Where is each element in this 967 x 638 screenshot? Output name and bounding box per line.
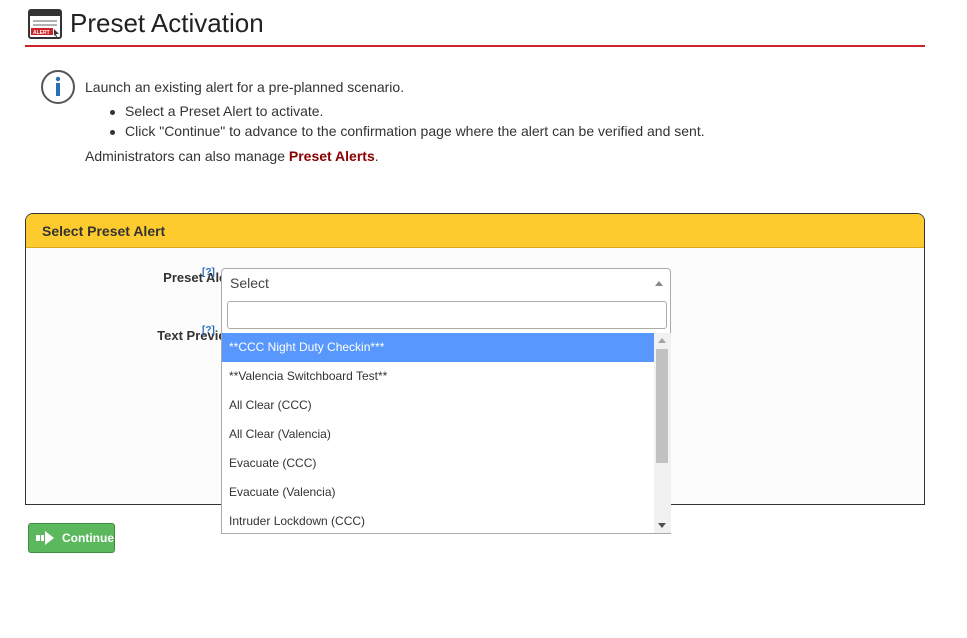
svg-text:ALERT: ALERT	[33, 30, 50, 36]
chevron-up-icon	[655, 281, 663, 286]
dropdown-options-list: **CCC Night Duty Checkin*** **Valencia S…	[222, 333, 654, 533]
info-bullets: Select a Preset Alert to activate. Click…	[110, 103, 885, 143]
info-bullet-continue: Click "Continue" to advance to the confi…	[110, 123, 885, 143]
alert-window-icon: ALERT	[28, 9, 62, 39]
preset-alert-dropdown: **CCC Night Duty Checkin*** **Valencia S…	[221, 296, 671, 534]
preset-alerts-link[interactable]: Preset Alerts	[289, 148, 375, 164]
preset-alert-select[interactable]: Select	[221, 268, 671, 297]
info-intro: Launch an existing alert for a pre-plann…	[85, 79, 405, 95]
dropdown-option[interactable]: All Clear (CCC)	[222, 391, 654, 420]
info-bullet-select: Select a Preset Alert to activate.	[110, 103, 885, 123]
scroll-up-arrow-icon[interactable]	[658, 338, 666, 343]
page-title: Preset Activation	[70, 8, 264, 38]
page-header: ALERT Preset Activation	[25, 0, 925, 47]
dropdown-option[interactable]: Evacuate (CCC)	[222, 449, 654, 478]
dropdown-search-input[interactable]	[227, 301, 667, 329]
dropdown-option[interactable]: **Valencia Switchboard Test**	[222, 362, 654, 391]
dropdown-option[interactable]: **CCC Night Duty Checkin***	[222, 333, 654, 362]
continue-button[interactable]: Continue	[28, 523, 115, 553]
dropdown-option[interactable]: Evacuate (Valencia)	[222, 478, 654, 507]
dropdown-option[interactable]: All Clear (Valencia)	[222, 420, 654, 449]
scroll-down-arrow-icon[interactable]	[658, 523, 666, 528]
arrow-right-icon	[36, 531, 54, 545]
info-text: Launch an existing alert for a pre-plann…	[85, 79, 885, 168]
text-preview-help-link[interactable]: [?]	[202, 325, 215, 336]
info-admin-line: Administrators can also manage Preset Al…	[85, 148, 885, 168]
scrollbar-thumb[interactable]	[656, 349, 668, 463]
select-value: Select	[230, 275, 269, 291]
continue-label: Continue	[62, 531, 114, 545]
info-icon	[41, 70, 75, 104]
panel-title: Select Preset Alert	[26, 214, 924, 248]
admin-prefix: Administrators can also manage	[85, 148, 289, 164]
dropdown-scrollbar[interactable]	[654, 333, 671, 533]
preset-alert-help-link[interactable]: [?]	[202, 267, 215, 278]
admin-suffix: .	[374, 148, 379, 164]
dropdown-option[interactable]: Intruder Lockdown (CCC)	[222, 507, 654, 533]
